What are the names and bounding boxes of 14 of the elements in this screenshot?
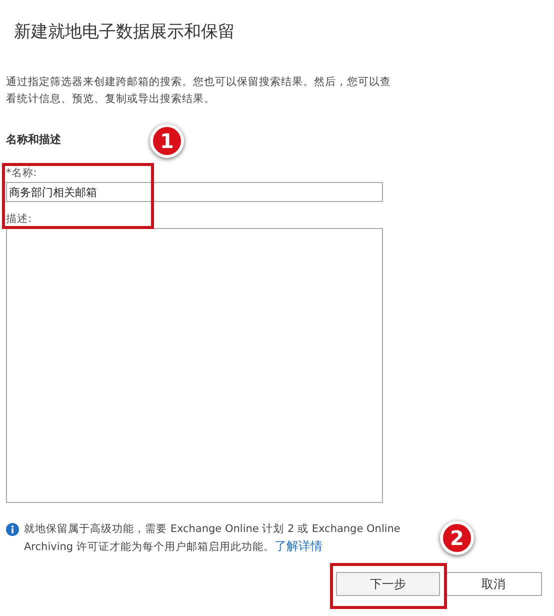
intro-text: 通过指定筛选器来创建跨邮箱的搜索。您也可以保留搜索结果。然后，您可以查看统计信息、预览、复制或导出搜索结果。 [6, 74, 392, 106]
field-label: 描述: [6, 212, 33, 226]
field-label: *名称: [6, 166, 38, 180]
section-heading: 名称和描述 [6, 132, 61, 148]
cancel-button[interactable]: 取消 [445, 572, 542, 596]
info-icon [6, 523, 19, 536]
step-number-badge: 1 [150, 124, 184, 158]
next-button[interactable]: 下一步 [336, 572, 440, 596]
notice-text: 就地保留属于高级功能，需要 Exchange Online 计划 2 或 Exchange Online Archiving 许可证才能为每个用户邮箱启用此功能。了解详情 [24, 522, 402, 555]
step-number-badge: 2 [440, 521, 474, 555]
dialog-title: 新建就地电子数据展示和保留 [14, 21, 236, 44]
learn-more-link[interactable]: 了解详情 [274, 539, 322, 553]
description-field[interactable] [6, 228, 383, 503]
name-field[interactable]: 商务部门相关邮箱 [6, 182, 383, 202]
